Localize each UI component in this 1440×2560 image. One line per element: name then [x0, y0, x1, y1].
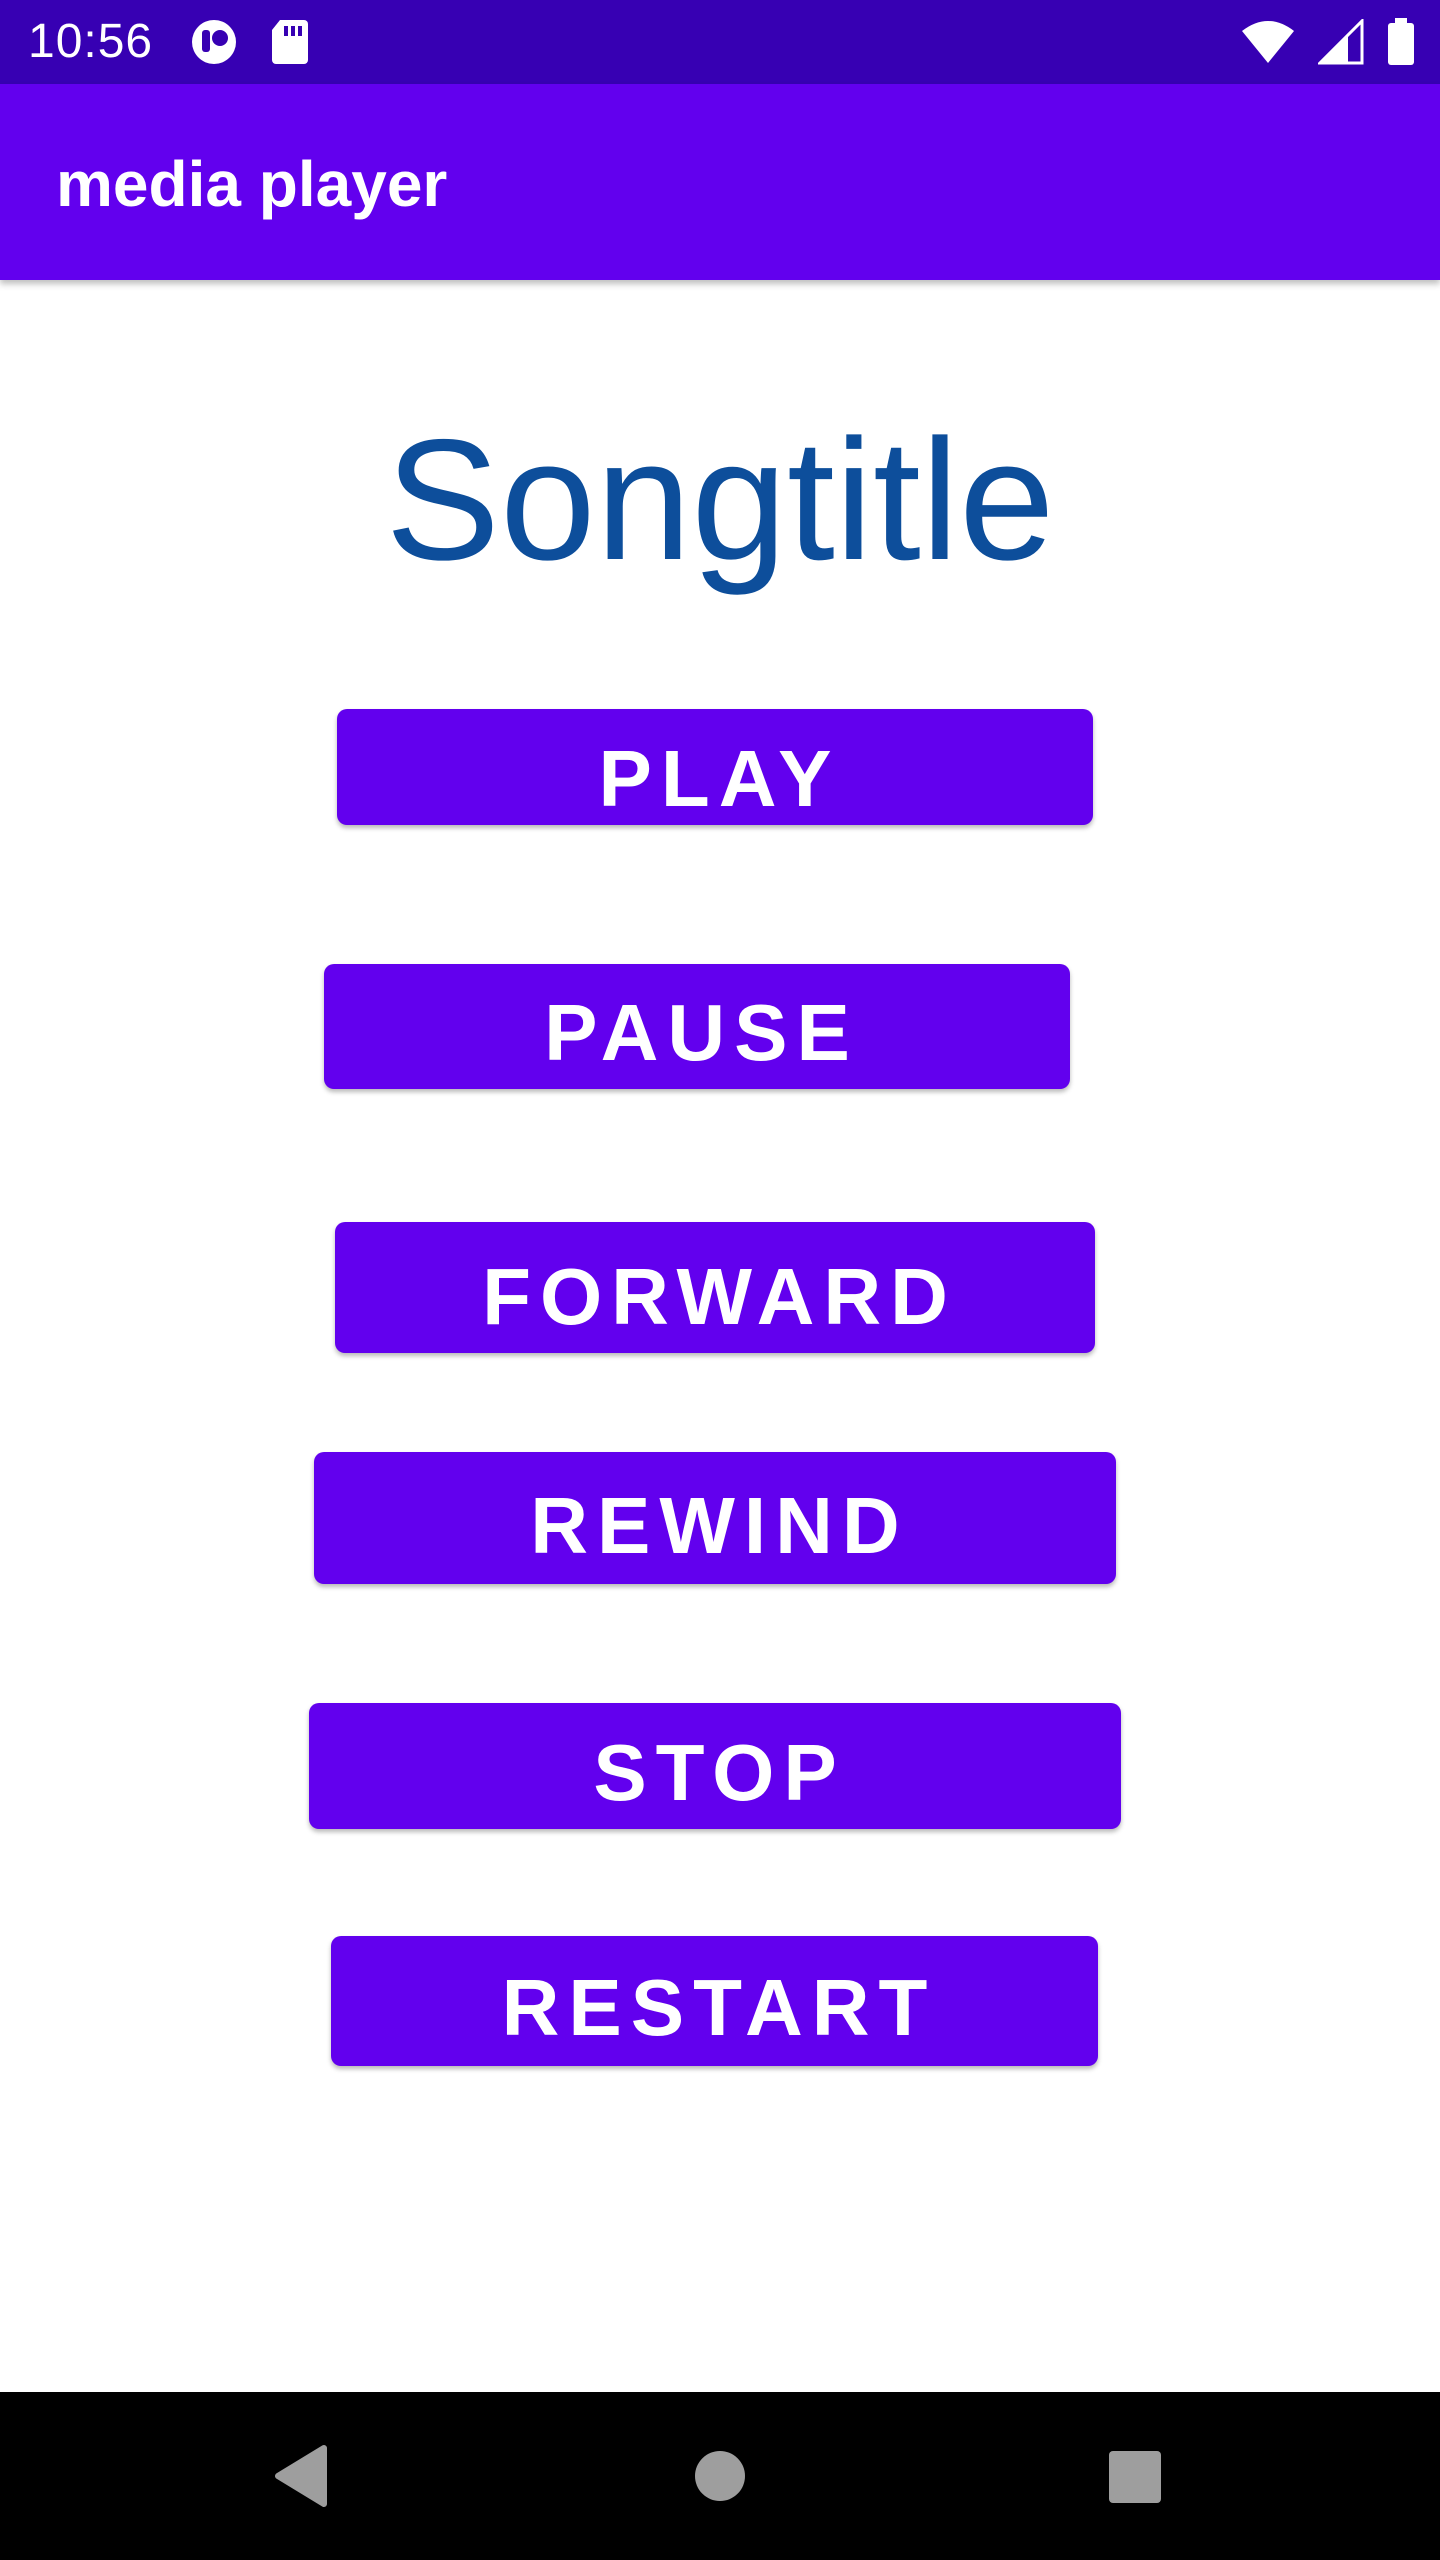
status-time: 10:56: [28, 15, 154, 68]
back-icon[interactable]: [272, 2444, 328, 2513]
play-button[interactable]: PLAY: [337, 709, 1093, 825]
app-bar: media player: [0, 84, 1440, 280]
home-icon[interactable]: [694, 2450, 746, 2507]
stop-button-label: STOP: [593, 1728, 846, 1817]
forward-button-label: FORWARD: [482, 1252, 957, 1341]
song-title: Songtitle: [385, 404, 1055, 596]
wifi-icon: [1240, 19, 1296, 65]
app-notification-icon: [190, 18, 238, 66]
restart-button-label: RESTART: [501, 1963, 937, 2052]
rewind-button[interactable]: REWIND: [314, 1452, 1116, 1584]
stop-button[interactable]: STOP: [309, 1703, 1121, 1829]
status-right-icons: [1240, 18, 1416, 66]
signal-icon: [1318, 19, 1364, 65]
forward-button[interactable]: FORWARD: [335, 1222, 1095, 1353]
play-button-label: PLAY: [598, 734, 841, 823]
app-title: media player: [56, 148, 448, 220]
navigation-bar: [0, 2392, 1440, 2560]
pause-button-label: PAUSE: [544, 988, 859, 1077]
status-bar: 10:56: [0, 0, 1440, 84]
rewind-button-label: REWIND: [530, 1481, 909, 1570]
recents-icon[interactable]: [1108, 2450, 1162, 2509]
battery-icon: [1386, 18, 1416, 66]
pause-button[interactable]: PAUSE: [324, 964, 1070, 1089]
sd-card-icon: [270, 18, 310, 66]
status-left-icons: [190, 18, 310, 66]
restart-button[interactable]: RESTART: [331, 1936, 1098, 2066]
